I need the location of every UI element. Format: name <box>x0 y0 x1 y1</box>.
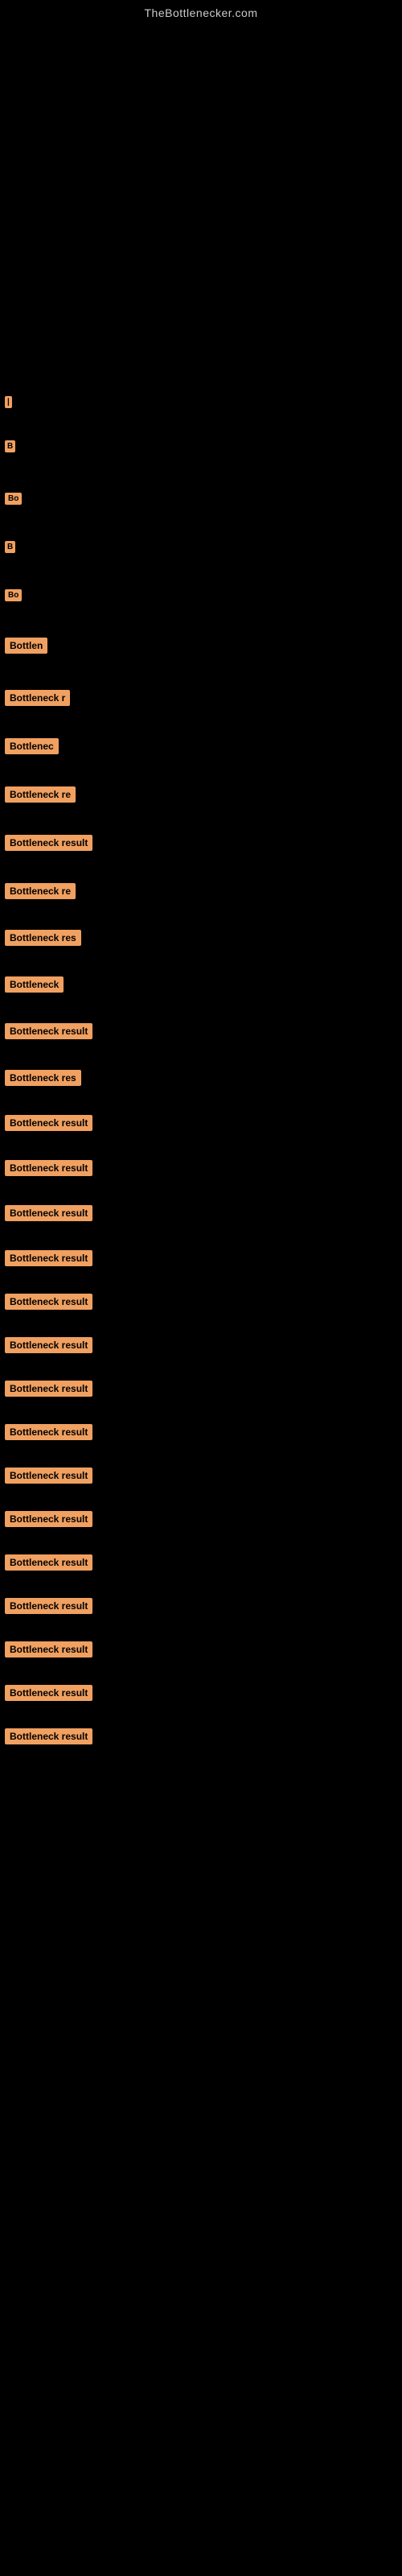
bottleneck-item-29: Bottleneck result <box>5 1685 92 1701</box>
bottleneck-item-3: Bo <box>5 493 22 505</box>
row-6: Bottlen <box>0 630 402 662</box>
bottleneck-item-17: Bottleneck result <box>5 1160 92 1176</box>
bottleneck-item-6: Bottlen <box>5 638 47 654</box>
row-9: Bottleneck re <box>0 778 402 811</box>
row-25: Bottleneck result <box>0 1503 402 1535</box>
bottleneck-item-18: Bottleneck result <box>5 1205 92 1221</box>
row-29: Bottleneck result <box>0 1677 402 1709</box>
bottleneck-item-5: Bo <box>5 589 22 601</box>
row-17: Bottleneck result <box>0 1152 402 1184</box>
site-title: TheBottlenecker.com <box>0 0 402 26</box>
row-7: Bottleneck r <box>0 682 402 714</box>
row-4: B <box>0 533 402 561</box>
bottleneck-item-21: Bottleneck result <box>5 1337 92 1353</box>
row-11: Bottleneck re <box>0 875 402 907</box>
bottleneck-item-8: Bottlenec <box>5 738 59 754</box>
bottleneck-item-23: Bottleneck result <box>5 1424 92 1440</box>
row-22: Bottleneck result <box>0 1373 402 1405</box>
bottleneck-item-22: Bottleneck result <box>5 1381 92 1397</box>
row-21: Bottleneck result <box>0 1329 402 1361</box>
bottleneck-item-25: Bottleneck result <box>5 1511 92 1527</box>
row-24: Bottleneck result <box>0 1459 402 1492</box>
row-20: Bottleneck result <box>0 1286 402 1318</box>
bottleneck-item-7: Bottleneck r <box>5 690 70 706</box>
bottleneck-item-24: Bottleneck result <box>5 1468 92 1484</box>
bottleneck-item-27: Bottleneck result <box>5 1598 92 1614</box>
bottleneck-item-15: Bottleneck res <box>5 1070 81 1086</box>
row-3: Bo <box>0 485 402 513</box>
row-8: Bottlenec <box>0 730 402 762</box>
row-23: Bottleneck result <box>0 1416 402 1448</box>
row-16: Bottleneck result <box>0 1107 402 1139</box>
bottleneck-item-14: Bottleneck result <box>5 1023 92 1039</box>
bottleneck-item-20: Bottleneck result <box>5 1294 92 1310</box>
row-30: Bottleneck result <box>0 1720 402 1752</box>
row-5: Bo <box>0 581 402 609</box>
row-12: Bottleneck res <box>0 922 402 954</box>
row-10: Bottleneck result <box>0 827 402 859</box>
row-2: B <box>0 432 402 460</box>
row-1: | <box>0 388 402 416</box>
bottleneck-item-13: Bottleneck <box>5 976 64 993</box>
bottleneck-item-19: Bottleneck result <box>5 1250 92 1266</box>
bottleneck-item-12: Bottleneck res <box>5 930 81 946</box>
bottleneck-item-9: Bottleneck re <box>5 786 76 803</box>
bottleneck-item-16: Bottleneck result <box>5 1115 92 1131</box>
row-19: Bottleneck result <box>0 1242 402 1274</box>
bottleneck-item-11: Bottleneck re <box>5 883 76 899</box>
row-28: Bottleneck result <box>0 1633 402 1666</box>
row-15: Bottleneck res <box>0 1062 402 1094</box>
row-14: Bottleneck result <box>0 1015 402 1047</box>
bottleneck-item-26: Bottleneck result <box>5 1554 92 1571</box>
bottleneck-item-1: | <box>5 396 12 408</box>
row-18: Bottleneck result <box>0 1197 402 1229</box>
bottleneck-item-30: Bottleneck result <box>5 1728 92 1744</box>
bottleneck-item-2: B <box>5 440 15 452</box>
row-27: Bottleneck result <box>0 1590 402 1622</box>
bottleneck-item-4: B <box>5 541 15 553</box>
bottleneck-item-10: Bottleneck result <box>5 835 92 851</box>
row-26: Bottleneck result <box>0 1546 402 1579</box>
bottleneck-item-28: Bottleneck result <box>5 1641 92 1657</box>
row-13: Bottleneck <box>0 968 402 1001</box>
